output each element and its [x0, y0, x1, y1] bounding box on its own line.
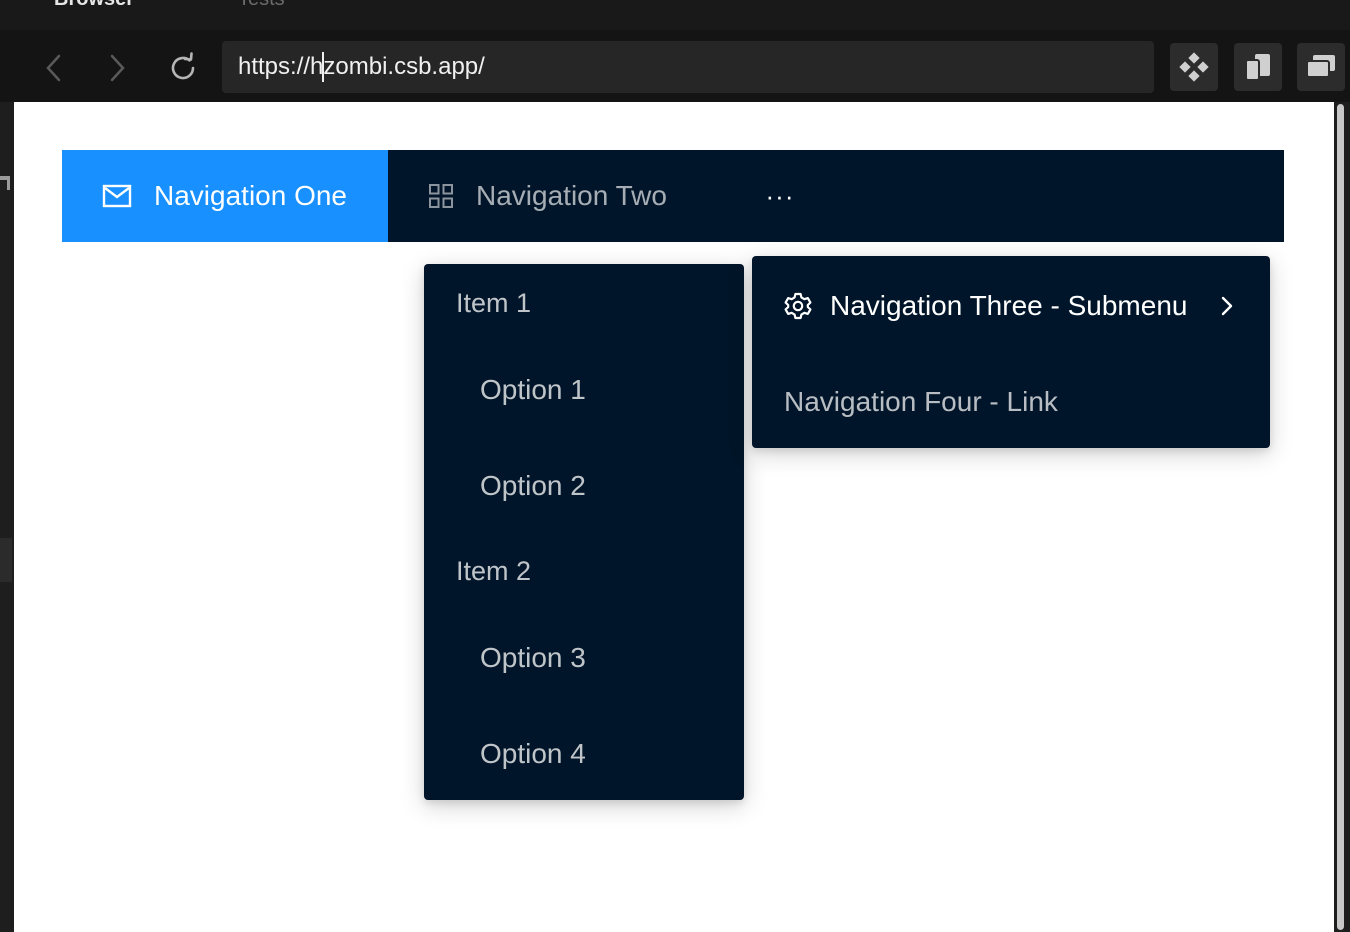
option-4[interactable]: Option 4	[424, 714, 744, 794]
chevron-right-icon	[110, 54, 125, 82]
reload-button[interactable]	[161, 50, 205, 86]
menu-overflow-ellipsis[interactable]: ···	[752, 150, 808, 242]
option-3[interactable]: Option 3	[424, 618, 744, 698]
browser-tab-strip: Browser Tests	[0, 0, 1350, 30]
gutter-mark	[7, 176, 10, 190]
group-title-item-1: Item 1	[456, 288, 532, 318]
forward-button[interactable]	[95, 50, 139, 86]
overflow-dropdown: Navigation Three - Submenu Navigation Fo…	[752, 256, 1270, 448]
group-title-item-2: Item 2	[456, 556, 532, 586]
copy-icon	[1245, 54, 1270, 81]
chevron-right-icon	[1220, 295, 1234, 317]
menu-item-navigation-four-link[interactable]: Navigation Four - Link	[752, 360, 1270, 444]
new-window-button[interactable]	[1297, 43, 1345, 91]
tab-tests[interactable]: Tests	[238, 0, 285, 11]
reload-icon	[171, 52, 195, 80]
split-view-button[interactable]	[1234, 43, 1282, 91]
windows-icon	[1306, 55, 1335, 78]
preview-page: Navigation One Navigation Two ··· Item 1…	[14, 102, 1334, 932]
page-scrollbar[interactable]	[1334, 102, 1350, 932]
url-text-after-caret: zombi.csb.app/	[323, 53, 485, 80]
navigation-two-dropdown: Item 1 Option 1 Option 2 Item 2 Option 3…	[424, 264, 744, 800]
editor-gutter	[0, 102, 14, 932]
menu-item-label: Navigation Two	[476, 180, 667, 211]
option-1[interactable]: Option 1	[424, 350, 744, 430]
menu-item-navigation-three-submenu[interactable]: Navigation Three - Submenu	[752, 264, 1270, 348]
submenu-label: Navigation Three - Submenu	[830, 290, 1188, 321]
menu-item-navigation-one[interactable]: Navigation One	[62, 150, 388, 242]
back-button[interactable]	[32, 50, 76, 86]
menu-item-label: Navigation One	[154, 180, 348, 211]
appstore-icon	[428, 183, 454, 209]
mail-icon	[102, 184, 132, 208]
chevron-left-icon	[46, 54, 61, 82]
setting-icon	[784, 292, 812, 320]
gutter-highlight	[0, 538, 12, 582]
tab-browser[interactable]: Browser	[54, 0, 134, 11]
scrollbar-thumb[interactable]	[1337, 104, 1344, 930]
menu-item-navigation-two[interactable]: Navigation Two	[428, 150, 728, 242]
url-text-before-caret: https://h	[238, 53, 324, 80]
four-diamonds-icon	[1179, 52, 1209, 82]
address-bar[interactable]: https://h zombi.csb.app/	[222, 41, 1154, 93]
option-2[interactable]: Option 2	[424, 446, 744, 526]
horizontal-menu: Navigation One Navigation Two ···	[62, 150, 1284, 242]
devtools-button[interactable]	[1170, 43, 1218, 91]
